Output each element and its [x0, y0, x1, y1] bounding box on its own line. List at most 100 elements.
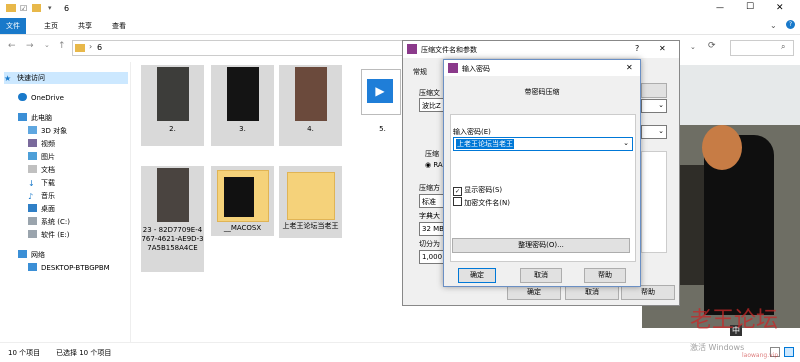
sidebar-item-desktop-pc[interactable]: DESKTOP-BTBGPBM: [28, 262, 110, 274]
selection-count: 已选择 10 个项目: [56, 349, 112, 357]
file-name: 3.: [239, 125, 246, 133]
dialog-title: 压缩文件名和参数: [421, 46, 477, 54]
cancel-button[interactable]: 取消: [565, 285, 619, 300]
sidebar-item-network[interactable]: 网络: [18, 249, 45, 261]
tab-home[interactable]: 主页: [36, 18, 66, 34]
quick-access-dropdown-icon[interactable]: ▾: [48, 4, 52, 12]
new-folder-icon[interactable]: [32, 4, 41, 12]
refresh-icon[interactable]: ⟳: [708, 41, 716, 51]
back-arrow-icon[interactable]: ←: [8, 41, 16, 51]
format-radio-rar[interactable]: ◉ RA: [425, 161, 443, 169]
sidebar-item-drive-c[interactable]: 系统 (C:): [28, 216, 70, 228]
sidebar-item-this-pc[interactable]: 此电脑: [18, 112, 52, 124]
sidebar-item-videos[interactable]: 视频: [28, 138, 55, 150]
help-button[interactable]: 帮助: [584, 268, 626, 283]
search-icon: ⌕: [781, 42, 786, 51]
close-button[interactable]: ✕: [776, 3, 784, 13]
close-button[interactable]: ✕: [626, 63, 633, 72]
file-item[interactable]: 上老王论坛当老王: [279, 166, 342, 238]
explorer-title-bar: ☑ ▾ 6 — ☐ ✕: [0, 0, 800, 18]
folder-preview: [224, 177, 254, 217]
file-name: 2.: [169, 125, 176, 133]
file-name: 4.: [307, 125, 314, 133]
network-icon: [18, 250, 27, 258]
show-password-checkbox[interactable]: ✓ 显示密码(S): [453, 185, 502, 196]
help-button[interactable]: 帮助: [621, 285, 675, 300]
up-arrow-icon[interactable]: ↑: [58, 41, 66, 51]
maximize-button[interactable]: ☐: [746, 2, 754, 12]
expand-ribbon-icon[interactable]: ⌄: [770, 21, 777, 30]
close-button[interactable]: ✕: [659, 44, 666, 53]
sidebar-item-documents[interactable]: 文档: [28, 164, 55, 176]
chevron-down-icon[interactable]: ⌄: [623, 139, 629, 147]
checkbox-unchecked-icon: [453, 197, 462, 206]
file-item[interactable]: 23 - 82D7709E-4767-4621-AE9D-37A5B158A4C…: [141, 166, 204, 272]
dialog-title: 输入密码: [462, 65, 490, 73]
address-bar[interactable]: › 6: [72, 40, 404, 56]
file-item[interactable]: 3.: [211, 65, 274, 146]
video-thumbnail: [157, 67, 189, 121]
sidebar-item-music[interactable]: ♪ 音乐: [28, 190, 55, 202]
method-label: 压缩方: [419, 184, 440, 192]
sidebar-item-drive-e[interactable]: 软件 (E:): [28, 229, 69, 241]
browse-button[interactable]: [641, 83, 667, 98]
breadcrumb-current[interactable]: 6: [97, 43, 102, 52]
search-input[interactable]: ⌕: [730, 40, 794, 56]
breadcrumb-separator-icon: ›: [89, 42, 93, 51]
sidebar-item-3d-objects[interactable]: 3D 对象: [28, 125, 67, 137]
sidebar-item-desktop[interactable]: 桌面: [28, 203, 55, 215]
file-item[interactable]: 2.: [141, 65, 204, 146]
address-dropdown-icon[interactable]: ⌄: [690, 43, 696, 51]
tab-share[interactable]: 共享: [70, 18, 100, 34]
file-name: __MACOSX: [223, 224, 262, 232]
help-icon[interactable]: ?: [786, 20, 795, 29]
navigation-pane: ★ 快速访问 OneDrive 此电脑 3D 对象 视频 图片 文档 ↓ 下载 ♪ 音…: [0, 62, 130, 342]
recent-dropdown-icon[interactable]: ⌄: [44, 41, 50, 49]
password-input[interactable]: 上老王论坛当老王 ⌄: [453, 137, 633, 151]
forum-watermark: 老王论坛: [690, 308, 779, 333]
picture-icon: [28, 152, 37, 160]
dictionary-label: 字典大: [419, 212, 440, 220]
minimize-button[interactable]: —: [716, 3, 724, 12]
sidebar-item-pictures[interactable]: 图片: [28, 151, 55, 163]
file-item[interactable]: __MACOSX: [211, 166, 274, 236]
forward-arrow-icon[interactable]: →: [26, 41, 34, 51]
media-player-icon: ▶: [361, 69, 401, 115]
sidebar-item-downloads[interactable]: ↓ 下载: [28, 177, 55, 189]
help-button[interactable]: ?: [635, 44, 639, 53]
profile-dropdown[interactable]: ⌄: [641, 99, 667, 113]
radio-selected-icon: ◉: [425, 161, 432, 169]
ok-button[interactable]: 确定: [507, 285, 561, 300]
tab-general[interactable]: 常规: [413, 67, 427, 77]
password-label: 输入密码(E): [453, 128, 491, 136]
file-name: 23 - 82D7709E-4767-4621-AE9D-37A5B158A4C…: [141, 226, 204, 252]
video-icon: [28, 139, 37, 147]
sidebar-item-onedrive[interactable]: OneDrive: [18, 92, 64, 104]
winrar-icon: [407, 44, 417, 54]
drive-icon: [28, 217, 37, 225]
star-icon: ★: [4, 74, 12, 83]
file-name: 上老王论坛当老王: [282, 222, 339, 230]
tab-file[interactable]: 文件: [0, 18, 26, 34]
photo-hair: [702, 125, 742, 170]
properties-icon[interactable]: ☑: [20, 4, 27, 13]
sidebar-item-quick-access[interactable]: ★ 快速访问: [4, 72, 128, 84]
ok-button[interactable]: 确定: [458, 268, 496, 283]
file-item[interactable]: 4.: [279, 65, 342, 146]
thumbnail-view-icon[interactable]: [784, 347, 794, 357]
folder-icon: [287, 172, 335, 220]
folder-icon: [6, 4, 16, 12]
encrypt-filenames-checkbox[interactable]: 加密文件名(N): [453, 197, 510, 208]
video-thumbnail: [227, 67, 259, 121]
computer-icon: [18, 113, 27, 121]
item-count: 10 个项目: [8, 349, 41, 357]
dialog-heading: 带密码压缩: [524, 88, 560, 96]
chevron-down-icon: ⌄: [658, 127, 664, 135]
manage-passwords-button[interactable]: 整理密码(O)...: [452, 238, 630, 253]
tab-view[interactable]: 查看: [104, 18, 134, 34]
format-label: 压缩: [425, 150, 439, 158]
cancel-button[interactable]: 取消: [520, 268, 562, 283]
update-mode-dropdown[interactable]: ⌄: [641, 125, 667, 139]
checkbox-checked-icon: ✓: [453, 187, 462, 196]
dialog-title-bar: 输入密码 ✕: [444, 60, 640, 76]
